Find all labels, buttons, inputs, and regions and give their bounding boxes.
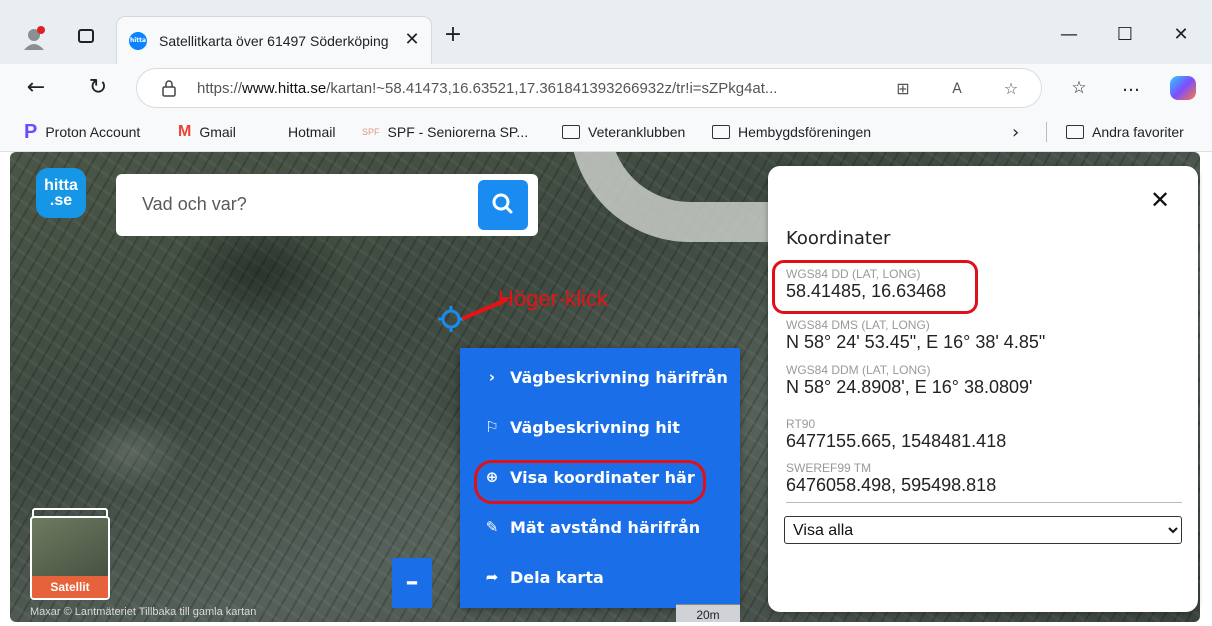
- bookmark-label: Hembygdsföreningen: [738, 124, 872, 140]
- spf-icon: SPF: [362, 127, 380, 137]
- bookmark-veteranklubben[interactable]: Veteranklubben: [562, 120, 685, 144]
- coord-label: WGS84 DDM (LAT, LONG): [786, 363, 931, 377]
- zoom-out-button[interactable]: –: [392, 558, 432, 608]
- tab-close-icon[interactable]: ✕: [401, 29, 423, 51]
- bookmark-spf[interactable]: SPF SPF - Seniorerna SP...: [362, 120, 528, 144]
- flag-icon: ⚐: [485, 418, 499, 436]
- search-input[interactable]: [142, 194, 462, 215]
- bookmark-label: Veteranklubben: [588, 124, 686, 140]
- close-icon[interactable]: ✕: [1146, 186, 1174, 214]
- favorite-star-icon[interactable]: ☆: [999, 77, 1023, 101]
- coord-value: N 58° 24.8908', E 16° 38.0809': [786, 377, 1033, 397]
- coord-value: N 58° 24' 53.45", E 16° 38' 4.85": [786, 332, 1046, 352]
- lock-icon[interactable]: [161, 79, 177, 97]
- coord-sweref99: SWEREF99 TM 6476058.498, 595498.818: [786, 461, 1186, 496]
- profile-avatar-icon[interactable]: [22, 26, 46, 50]
- annotation-highlight-box: [772, 260, 978, 314]
- tab-title: Satellitkarta över 61497 Söderköping: [159, 33, 389, 49]
- ruler-icon: ✎: [485, 518, 499, 536]
- bookmark-hembygdsforeningen[interactable]: Hembygdsföreningen: [712, 120, 871, 144]
- menu-item-label: Vägbeskrivning hit: [510, 417, 680, 437]
- bookmark-label: Gmail: [199, 124, 236, 140]
- share-arrow-icon: ➦: [485, 568, 499, 586]
- url-text[interactable]: https://www.hitta.se/kartan!~58.41473,16…: [197, 79, 817, 99]
- menu-item-directions-to[interactable]: ⚐ Vägbeskrivning hit: [460, 402, 740, 452]
- annotation-text: Höger-klick: [498, 286, 609, 311]
- search-box: [116, 174, 538, 236]
- gmail-icon: M: [178, 123, 192, 140]
- browser-navbar: ← ↻ https://www.hitta.se/kartan!~58.4147…: [0, 64, 1212, 112]
- coord-value: 6476058.498, 595498.818: [786, 475, 997, 495]
- hitta-favicon-icon: hitta: [129, 32, 147, 50]
- menu-item-directions-from[interactable]: › Vägbeskrivning härifrån: [460, 352, 740, 402]
- address-bar[interactable]: https://www.hitta.se/kartan!~58.41473,16…: [136, 68, 1042, 108]
- map-context-menu: › Vägbeskrivning härifrån ⚐ Vägbeskrivni…: [460, 348, 740, 608]
- bookmark-hotmail[interactable]: Hotmail: [262, 120, 335, 144]
- search-icon: [492, 193, 513, 214]
- copilot-icon[interactable]: [1170, 76, 1196, 100]
- reload-button[interactable]: ↻: [84, 74, 112, 102]
- minimize-button[interactable]: —: [1054, 22, 1084, 48]
- menu-item-label: Mät avstånd härifrån: [510, 517, 701, 537]
- bookmarks-divider: [1046, 122, 1047, 142]
- favorites-icon[interactable]: ☆: [1066, 76, 1092, 100]
- menu-item-label: Dela karta: [510, 567, 604, 587]
- bookmark-label: Andra favoriter: [1092, 124, 1184, 140]
- bookmark-label: Hotmail: [288, 124, 336, 140]
- folder-icon: [562, 125, 580, 139]
- microsoft-icon: [262, 123, 280, 141]
- folder-icon: [1066, 125, 1084, 139]
- coord-wgs84-dms: WGS84 DMS (LAT, LONG) N 58° 24' 53.45", …: [786, 318, 1186, 353]
- logo-text: hitta .se: [44, 177, 78, 209]
- chevron-right-icon: ›: [488, 368, 496, 386]
- coord-rt90: RT90 6477155.665, 1548481.418: [786, 417, 1186, 452]
- bookmarks-bar: P Proton Account M Gmail Hotmail SPF SPF…: [0, 112, 1212, 152]
- proton-icon: P: [24, 120, 38, 143]
- menu-item-measure-distance[interactable]: ✎ Mät avstånd härifrån: [460, 502, 740, 552]
- browser-titlebar: hitta Satellitkarta över 61497 Söderköpi…: [0, 0, 1212, 64]
- coord-label: WGS84 DMS (LAT, LONG): [786, 318, 930, 332]
- menu-item-label: Vägbeskrivning härifrån: [510, 367, 728, 387]
- bookmarks-overflow-chevron-icon[interactable]: ›: [1012, 122, 1019, 143]
- coord-wgs84-ddm: WGS84 DDM (LAT, LONG) N 58° 24.8908', E …: [786, 363, 1186, 398]
- layer-label: Satellit: [32, 576, 108, 598]
- coord-value: 6477155.665, 1548481.418: [786, 431, 1007, 451]
- back-button[interactable]: ←: [22, 74, 50, 102]
- bookmark-other-favorites[interactable]: Andra favoriter: [1066, 120, 1184, 144]
- search-button[interactable]: [478, 180, 528, 230]
- more-menu-icon[interactable]: …: [1118, 76, 1144, 100]
- panel-title: Koordinater: [786, 228, 891, 249]
- read-aloud-icon[interactable]: A: [945, 77, 969, 101]
- tab-actions-icon[interactable]: [78, 29, 94, 43]
- bookmark-label: Proton Account: [45, 124, 141, 140]
- coord-label: RT90: [786, 417, 816, 431]
- map-attribution[interactable]: Maxar © Lantmäteriet Tillbaka till gamla…: [30, 606, 256, 618]
- app-available-icon[interactable]: ⊞: [891, 77, 915, 101]
- coord-label: SWEREF99 TM: [786, 461, 872, 475]
- hitta-logo[interactable]: hitta .se: [36, 168, 86, 218]
- maximize-button[interactable]: ☐: [1110, 22, 1140, 48]
- browser-tab[interactable]: hitta Satellitkarta över 61497 Söderköpi…: [116, 16, 432, 64]
- map-scale-bar: 20m: [676, 604, 740, 622]
- close-window-button[interactable]: ✕: [1166, 22, 1196, 48]
- folder-icon: [712, 125, 730, 139]
- bookmark-proton[interactable]: P Proton Account: [24, 120, 140, 144]
- satellite-layer-toggle[interactable]: Satellit: [30, 516, 110, 600]
- menu-item-share-map[interactable]: ➦ Dela karta: [460, 552, 740, 602]
- bookmark-gmail[interactable]: M Gmail: [178, 120, 236, 144]
- annotation-highlight-oval: [474, 460, 706, 504]
- coordinate-format-select[interactable]: Visa alla: [784, 516, 1182, 544]
- bookmark-label: SPF - Seniorerna SP...: [387, 124, 529, 140]
- coordinates-panel: ✕ Koordinater WGS84 DD (LAT, LONG) 58.41…: [768, 166, 1198, 612]
- new-tab-button[interactable]: +: [440, 22, 466, 48]
- panel-divider: [786, 502, 1182, 503]
